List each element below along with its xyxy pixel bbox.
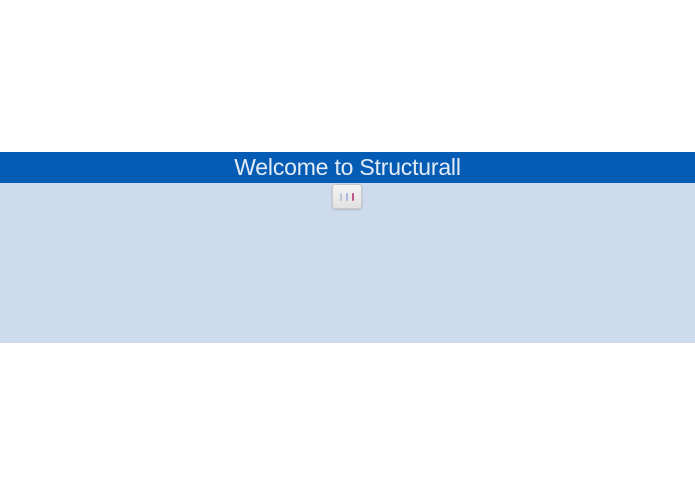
loading-button[interactable] — [332, 184, 362, 209]
page: Welcome to Structurall — [0, 0, 695, 494]
loading-bar-icon — [340, 192, 342, 201]
welcome-banner: Welcome to Structurall — [0, 152, 695, 183]
loading-bar-icon — [346, 192, 348, 201]
page-title: Welcome to Structurall — [234, 154, 461, 180]
loading-bar-icon — [352, 192, 354, 201]
